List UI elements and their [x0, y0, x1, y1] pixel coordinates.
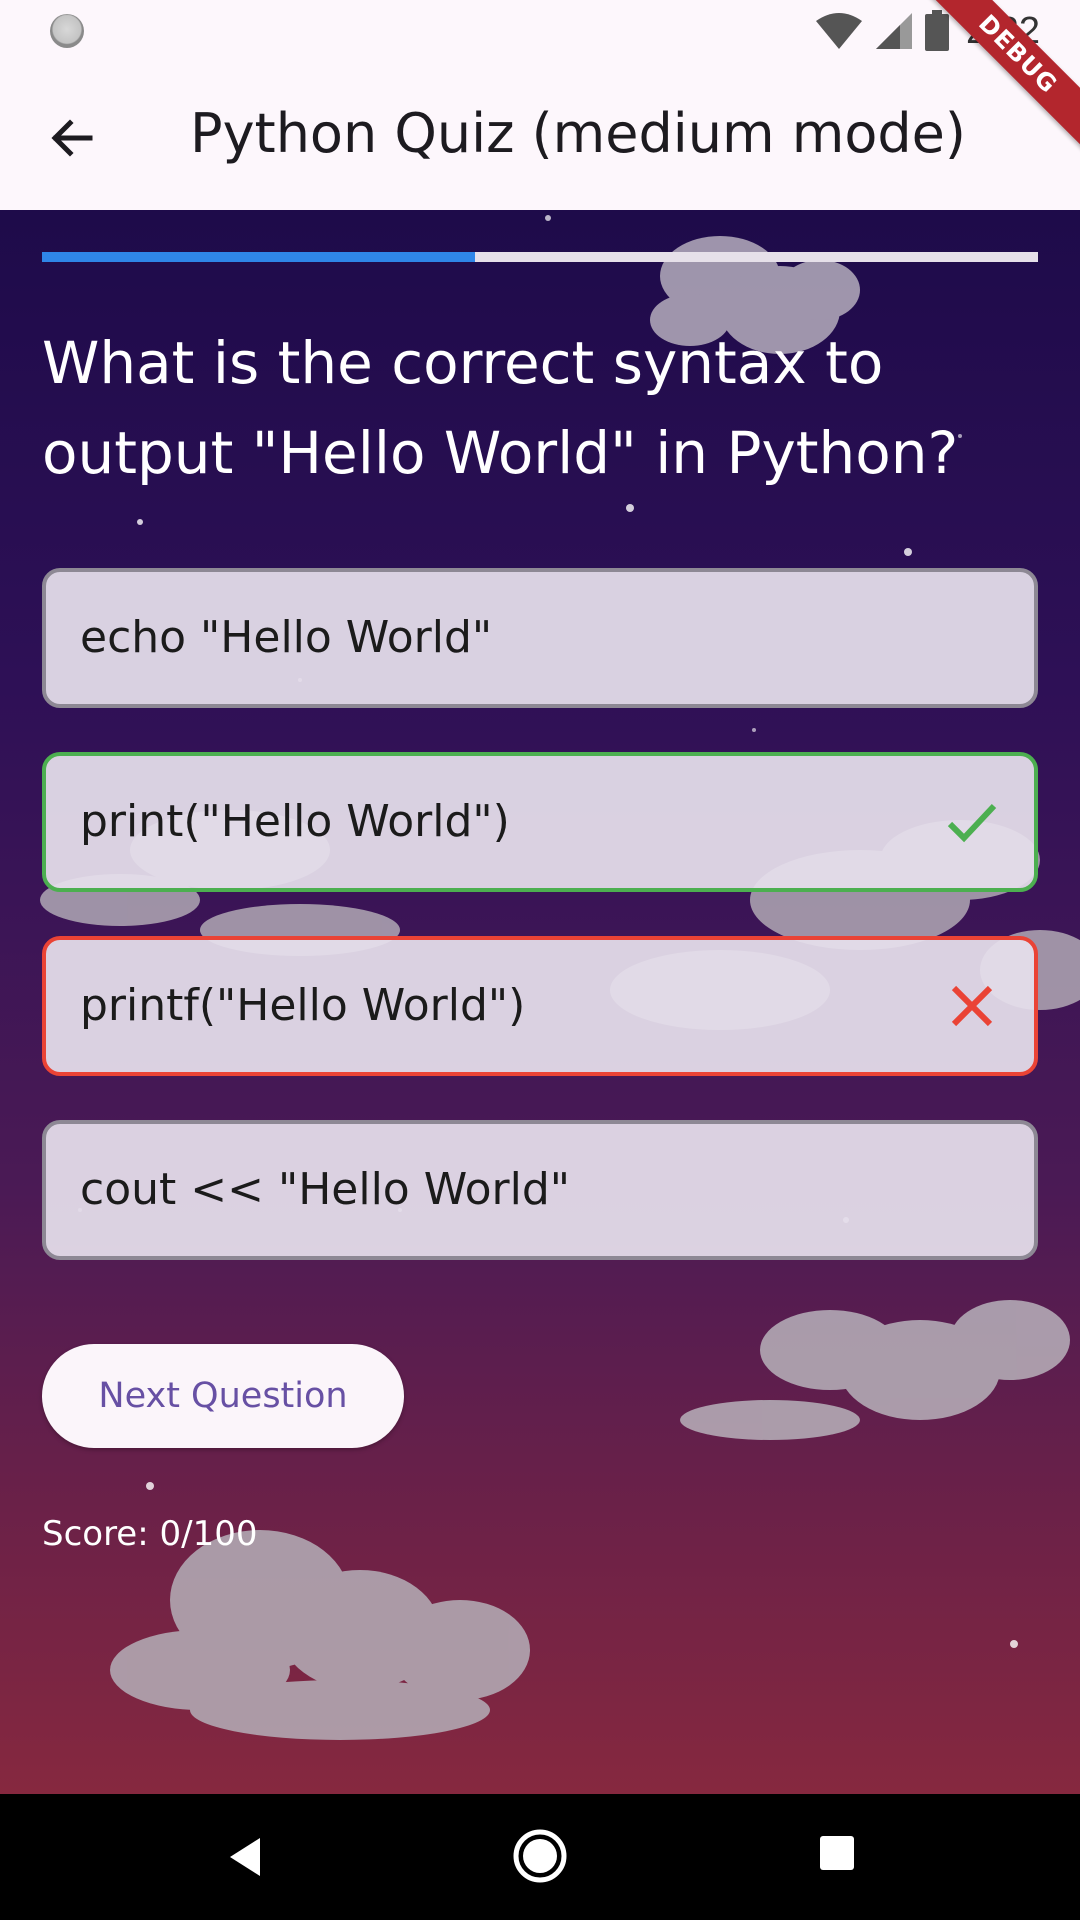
answer-option-label: cout << "Hello World": [80, 1164, 571, 1215]
answer-option-1[interactable]: echo "Hello World": [42, 568, 1038, 708]
score-text: Score: 0/100: [42, 1514, 258, 1554]
status-bar: 2:22: [0, 0, 1080, 62]
nav-home-icon[interactable]: [512, 1828, 568, 1884]
answer-option-label: echo "Hello World": [80, 612, 493, 663]
question-text: What is the correct syntax to output "He…: [42, 329, 959, 487]
back-button[interactable]: [30, 96, 114, 180]
nav-back-icon[interactable]: [220, 1832, 270, 1882]
quiz-body: What is the correct syntax to output "He…: [0, 210, 1080, 1794]
app-bar: Python Quiz (medium mode): [0, 62, 1080, 210]
answer-option-3[interactable]: printf("Hello World"): [42, 936, 1038, 1076]
system-nav-bar: [0, 1794, 1080, 1920]
wifi-icon: [816, 13, 863, 49]
close-icon: [951, 985, 993, 1027]
loading-circle-icon: [50, 14, 84, 48]
check-icon: [947, 803, 997, 843]
page-title: Python Quiz (medium mode): [190, 102, 966, 165]
arrow-back-icon: [51, 119, 93, 157]
quiz-progress-bar: [42, 252, 1038, 262]
nav-recents-icon[interactable]: [818, 1834, 856, 1872]
answer-option-label: print("Hello World"): [80, 796, 510, 847]
signal-icon: [876, 13, 913, 49]
battery-icon: [925, 10, 950, 51]
quiz-progress-fill: [42, 252, 476, 262]
answer-option-label: printf("Hello World"): [80, 980, 526, 1031]
next-question-button[interactable]: Next Question: [42, 1344, 404, 1448]
quiz-screen: 2:22 Python Quiz (medium mode) DEBUG: [0, 0, 1080, 1920]
answer-option-2[interactable]: print("Hello World"): [42, 752, 1038, 892]
answer-option-4[interactable]: cout << "Hello World": [42, 1120, 1038, 1260]
